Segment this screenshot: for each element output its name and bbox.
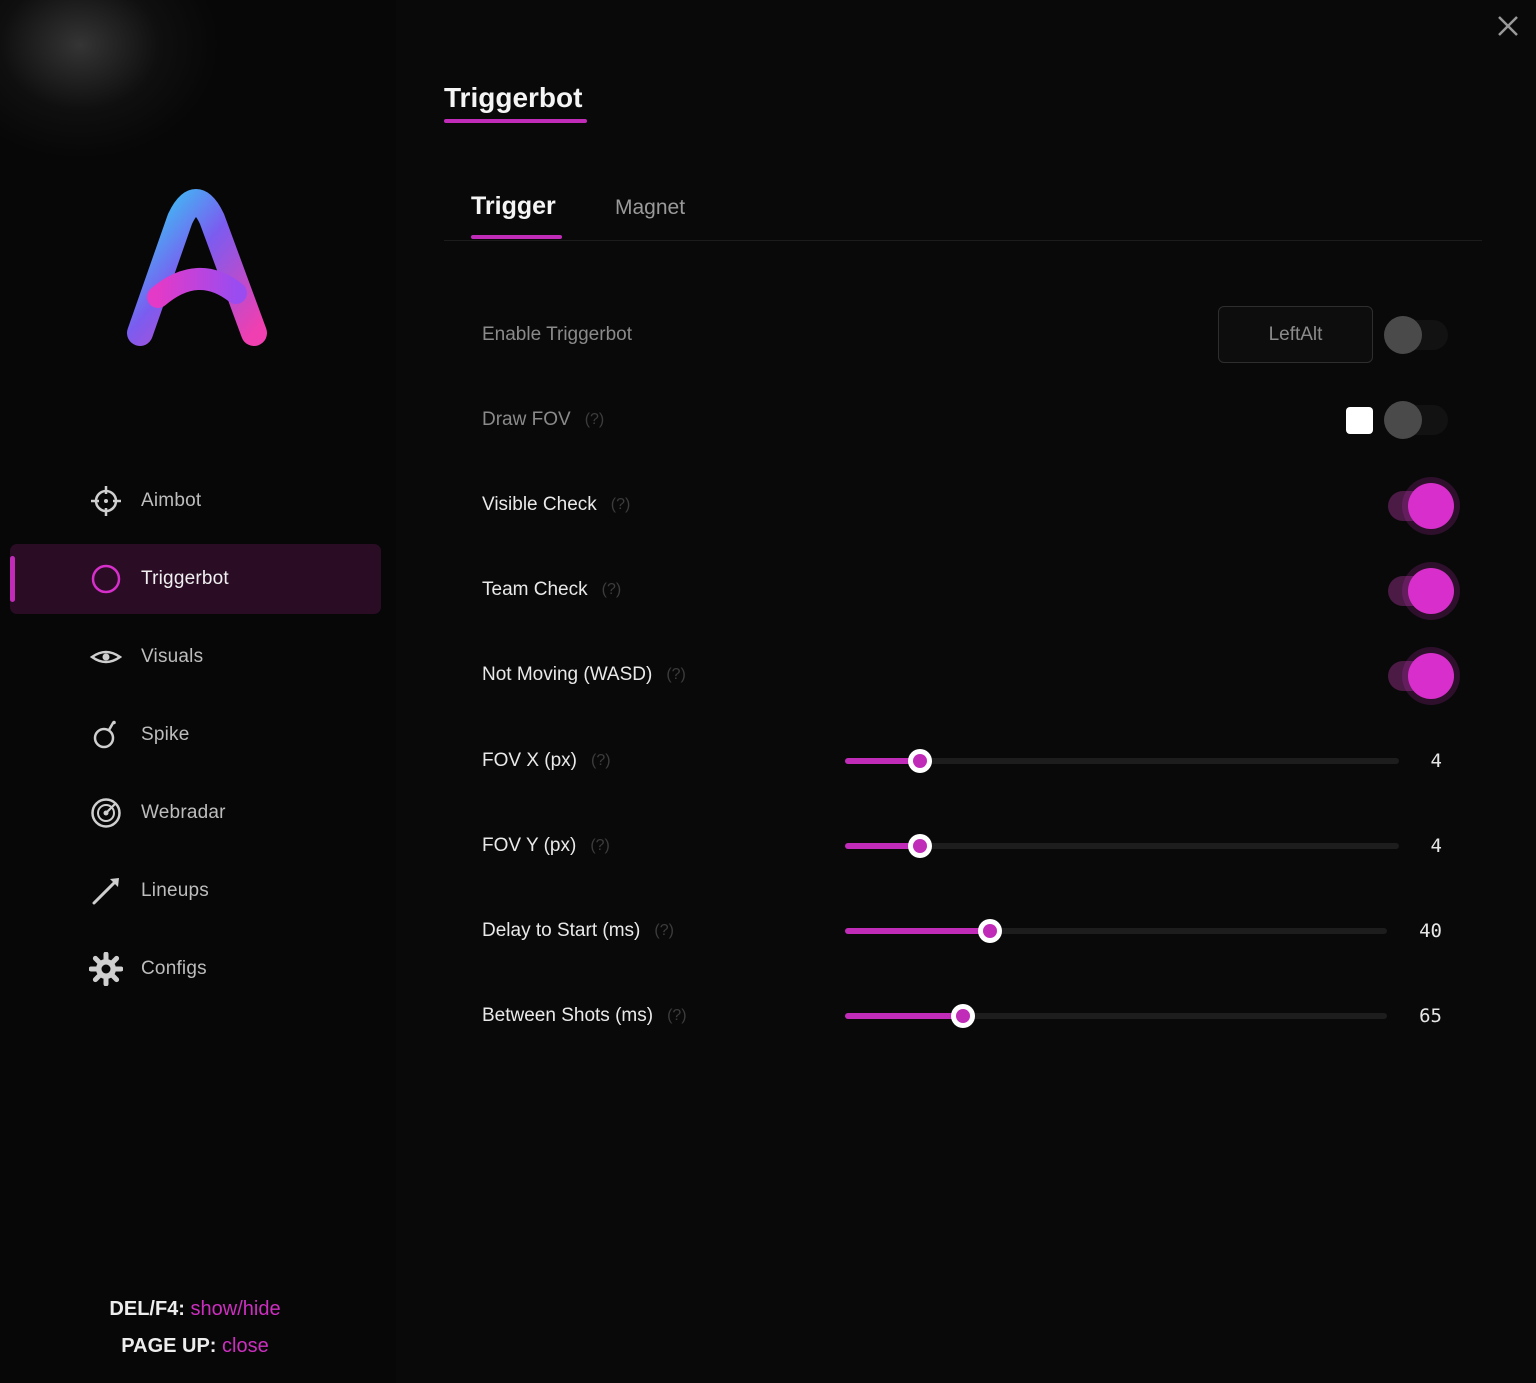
draw-fov-row: Draw FOV (?) bbox=[482, 409, 604, 431]
active-tab-indicator bbox=[471, 235, 562, 239]
eye-icon bbox=[88, 639, 124, 675]
slider-thumb[interactable] bbox=[951, 1004, 975, 1028]
fov-y-slider[interactable] bbox=[845, 834, 1399, 858]
visible-check-row: Visible Check (?) bbox=[482, 494, 630, 516]
sidebar-item-lineups[interactable]: Lineups bbox=[10, 856, 381, 926]
tabs-divider bbox=[444, 240, 1482, 241]
help-hint[interactable]: (?) bbox=[585, 411, 605, 429]
not-moving-toggle[interactable] bbox=[1388, 653, 1454, 699]
page-title-underline bbox=[444, 119, 587, 123]
circle-icon bbox=[88, 561, 124, 597]
sidebar-item-label: Visuals bbox=[141, 646, 204, 667]
visible-check-toggle[interactable] bbox=[1388, 483, 1454, 529]
page-title: Triggerbot bbox=[444, 82, 583, 113]
sidebar-item-label: Triggerbot bbox=[141, 568, 229, 589]
tab-trigger[interactable]: Trigger bbox=[471, 192, 556, 221]
between-shots-slider[interactable] bbox=[845, 1004, 1387, 1028]
sidebar-item-configs[interactable]: Configs bbox=[10, 934, 381, 1004]
setting-label: Not Moving (WASD) bbox=[482, 664, 653, 685]
fov-color-picker[interactable] bbox=[1346, 407, 1373, 434]
sidebar-item-label: Spike bbox=[141, 724, 190, 745]
fov-x-row: FOV X (px) (?) bbox=[482, 750, 611, 772]
help-hint[interactable]: (?) bbox=[590, 837, 610, 855]
hint-key: DEL/F4: bbox=[109, 1298, 185, 1320]
enable-triggerbot-row: Enable Triggerbot bbox=[482, 324, 632, 346]
toggle-knob bbox=[1408, 483, 1454, 529]
gear-icon bbox=[88, 951, 124, 987]
close-button[interactable] bbox=[1492, 10, 1524, 42]
hint-action: show/hide bbox=[190, 1298, 281, 1320]
sidebar-item-visuals[interactable]: Visuals bbox=[10, 622, 381, 692]
team-check-row: Team Check (?) bbox=[482, 579, 621, 601]
app-logo bbox=[127, 189, 267, 346]
setting-label: Enable Triggerbot bbox=[482, 324, 632, 345]
delay-to-start-value: 40 bbox=[1419, 920, 1442, 942]
slider-label: Delay to Start (ms) bbox=[482, 920, 641, 941]
toggle-knob bbox=[1408, 568, 1454, 614]
slider-fill bbox=[845, 1013, 963, 1019]
help-hint[interactable]: (?) bbox=[666, 666, 686, 684]
fov-x-slider[interactable] bbox=[845, 749, 1399, 773]
enable-triggerbot-toggle[interactable] bbox=[1384, 316, 1448, 354]
sidebar-item-label: Configs bbox=[141, 958, 207, 979]
help-hint[interactable]: (?) bbox=[602, 581, 622, 599]
line-arrow-icon bbox=[88, 873, 124, 909]
sidebar: Aimbot Triggerbot Visuals Spike Webradar bbox=[0, 0, 396, 1383]
slider-thumb[interactable] bbox=[908, 749, 932, 773]
slider-label: FOV Y (px) bbox=[482, 835, 577, 856]
sidebar-item-aimbot[interactable]: Aimbot bbox=[10, 466, 381, 536]
crosshair-icon bbox=[88, 483, 124, 519]
sidebar-item-label: Webradar bbox=[141, 802, 226, 823]
hint-show-hide: DEL/F4: show/hide bbox=[0, 1298, 390, 1321]
draw-fov-toggle[interactable] bbox=[1384, 401, 1448, 439]
fov-x-value: 4 bbox=[1430, 750, 1442, 772]
tab-magnet[interactable]: Magnet bbox=[615, 196, 685, 220]
slider-fill bbox=[845, 928, 990, 934]
toggle-knob bbox=[1384, 316, 1422, 354]
setting-label: Draw FOV bbox=[482, 409, 571, 430]
slider-label: Between Shots (ms) bbox=[482, 1005, 654, 1026]
not-moving-row: Not Moving (WASD) (?) bbox=[482, 664, 686, 686]
hint-action: close bbox=[222, 1335, 269, 1357]
sidebar-item-triggerbot[interactable]: Triggerbot bbox=[10, 544, 381, 614]
toggle-knob bbox=[1408, 653, 1454, 699]
sidebar-item-spike[interactable]: Spike bbox=[10, 700, 381, 770]
help-hint[interactable]: (?) bbox=[611, 496, 631, 514]
sidebar-item-label: Lineups bbox=[141, 880, 209, 901]
slider-thumb[interactable] bbox=[978, 919, 1002, 943]
help-hint[interactable]: (?) bbox=[654, 922, 674, 940]
toggle-knob bbox=[1384, 401, 1422, 439]
help-hint[interactable]: (?) bbox=[591, 752, 611, 770]
keybind-button[interactable]: LeftAlt bbox=[1218, 306, 1373, 363]
corner-glow bbox=[0, 0, 220, 160]
slider-label: FOV X (px) bbox=[482, 750, 578, 771]
help-hint[interactable]: (?) bbox=[667, 1007, 687, 1025]
hint-key: PAGE UP: bbox=[121, 1335, 217, 1357]
delay-to-start-row: Delay to Start (ms) (?) bbox=[482, 920, 674, 942]
sidebar-item-label: Aimbot bbox=[141, 490, 202, 511]
bomb-icon bbox=[88, 717, 124, 753]
team-check-toggle[interactable] bbox=[1388, 568, 1454, 614]
radar-icon bbox=[88, 795, 124, 831]
delay-to-start-slider[interactable] bbox=[845, 919, 1387, 943]
setting-label: Team Check bbox=[482, 579, 588, 600]
sidebar-item-webradar[interactable]: Webradar bbox=[10, 778, 381, 848]
hint-close: PAGE UP: close bbox=[0, 1335, 390, 1358]
fov-y-value: 4 bbox=[1430, 835, 1442, 857]
close-icon bbox=[1498, 16, 1518, 36]
between-shots-value: 65 bbox=[1419, 1005, 1442, 1027]
setting-label: Visible Check bbox=[482, 494, 597, 515]
fov-y-row: FOV Y (px) (?) bbox=[482, 835, 610, 857]
slider-thumb[interactable] bbox=[908, 834, 932, 858]
between-shots-row: Between Shots (ms) (?) bbox=[482, 1005, 687, 1027]
